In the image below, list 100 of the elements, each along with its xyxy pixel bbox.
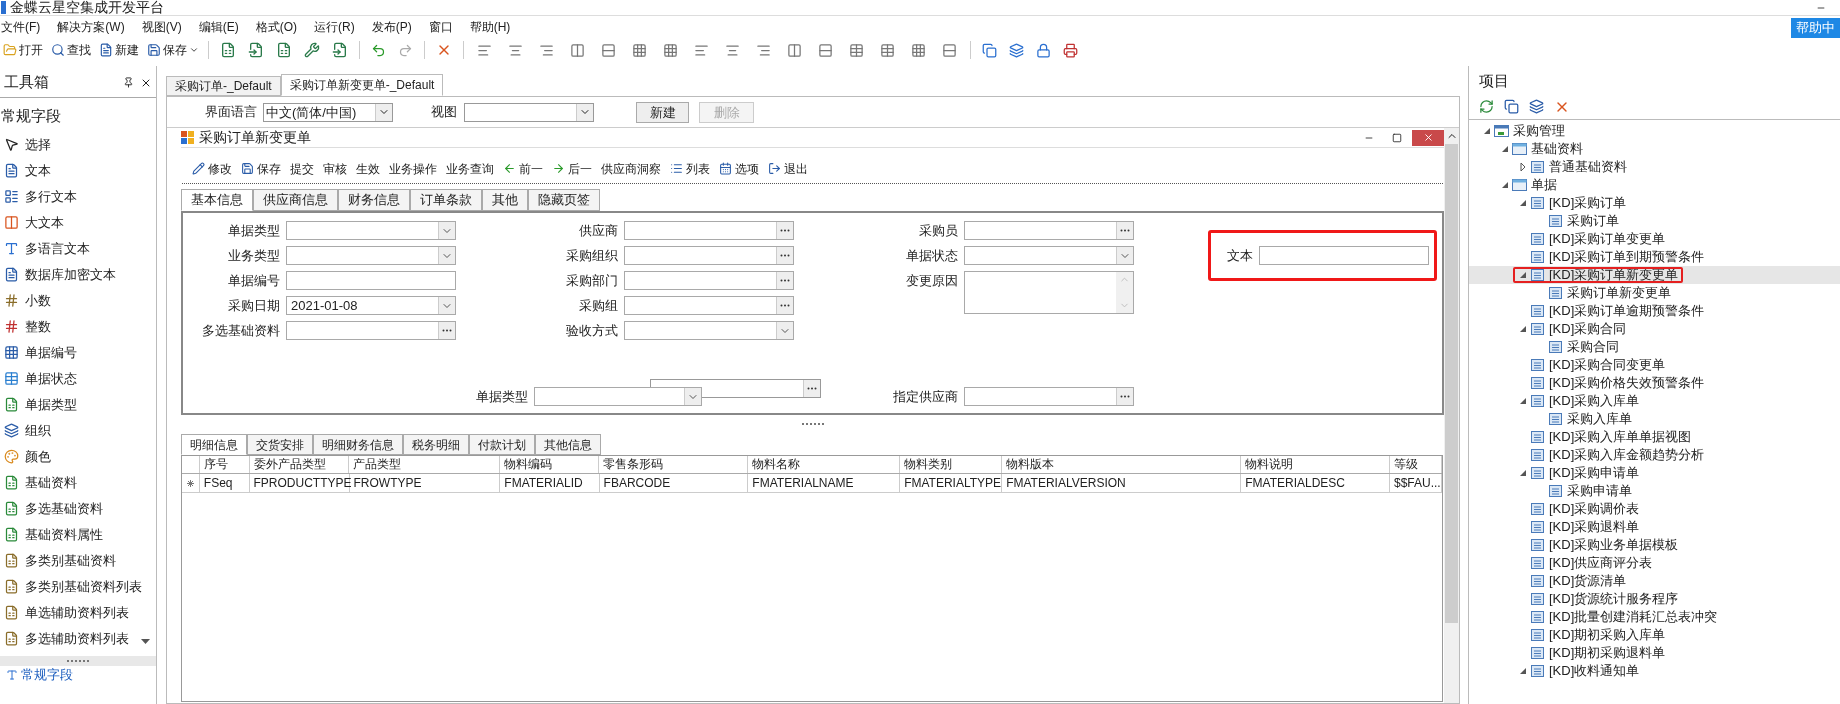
toolbar-icon[interactable] (332, 42, 348, 58)
dropdown-field[interactable]: 中文(简体/中国) (263, 102, 393, 122)
toolbar-icon[interactable] (220, 42, 236, 58)
help-button[interactable]: 帮助中 (1791, 18, 1840, 38)
form-toolbar-button[interactable]: 退出 (764, 159, 812, 178)
dropdown-button[interactable] (438, 247, 455, 264)
toolbox-item[interactable]: 组织 (0, 417, 156, 444)
ellipsis-button[interactable] (1116, 388, 1133, 405)
tree-item[interactable]: [KD]采购入库单单据视图 (1469, 428, 1840, 446)
tree-item[interactable]: 基础资料 (1469, 140, 1840, 158)
tree-item[interactable]: [KD]货源统计服务程序 (1469, 590, 1840, 608)
menu-item[interactable]: 文件(F) (0, 17, 46, 36)
windows-icon[interactable] (1504, 99, 1519, 114)
tree-item[interactable]: [KD]采购订单新变更单 (1469, 266, 1840, 284)
lookup-field[interactable] (624, 271, 794, 290)
dropdown-button[interactable] (684, 388, 701, 405)
column-header[interactable]: 序号 (199, 456, 250, 473)
detail-tab[interactable]: 其他信息 (535, 434, 601, 455)
lock-icon[interactable] (1036, 42, 1051, 58)
toolbox-item[interactable]: 选择 (0, 131, 156, 158)
detail-tab[interactable]: 税务明细 (403, 434, 469, 455)
scroll-down-icon[interactable] (141, 638, 150, 644)
ellipsis-button[interactable] (438, 322, 455, 339)
toolbox-item[interactable]: 多语言文本 (0, 235, 156, 262)
toolbox-item[interactable]: 多行文本 (0, 183, 156, 210)
undo-icon[interactable] (371, 42, 386, 58)
form-tab[interactable]: 订单条款 (410, 189, 482, 211)
toolbox-item[interactable]: 基础资料属性 (0, 521, 156, 548)
form-tab[interactable]: 供应商信息 (253, 189, 338, 211)
collapse-arrow-icon[interactable] (1519, 271, 1527, 279)
menu-item[interactable]: 帮助(H) (464, 17, 516, 36)
tree-item[interactable]: [KD]采购订单逾期预警条件 (1469, 302, 1840, 320)
ellipsis-button[interactable] (1116, 222, 1133, 239)
ellipsis-button[interactable] (776, 222, 793, 239)
tree-item[interactable]: [KD]期初采购入库单 (1469, 626, 1840, 644)
column-header[interactable]: 物料类别 (900, 456, 1002, 473)
tree-item[interactable]: 采购订单新变更单 (1469, 284, 1840, 302)
maximize-icon[interactable] (1392, 132, 1402, 143)
toolbar-button[interactable]: 查找 (49, 41, 93, 59)
tree-item[interactable]: [KD]期初采购退料单 (1469, 644, 1840, 662)
tree-item[interactable]: [KD]采购合同 (1469, 320, 1840, 338)
toolbar-icon[interactable] (248, 42, 264, 58)
tree-item[interactable]: 普通基础资料 (1469, 158, 1840, 176)
dropdown-button[interactable] (776, 322, 793, 339)
toolbox-item[interactable]: 多选辅助资料列表 (0, 625, 156, 652)
toolbox-item[interactable]: 单据类型 (0, 391, 156, 418)
dropdown-field[interactable] (624, 321, 794, 340)
form-toolbar-button[interactable]: 审核 (319, 159, 351, 178)
tree-item[interactable]: [KD]采购业务单据模板 (1469, 536, 1840, 554)
column-header[interactable]: 物料名称 (748, 456, 901, 473)
tree-item[interactable]: [KD]采购订单变更单 (1469, 230, 1840, 248)
printer-icon[interactable] (1063, 42, 1078, 58)
toolbox-item[interactable]: 单选辅助资料列表 (0, 599, 156, 626)
tree-item[interactable]: [KD]采购申请单 (1469, 464, 1840, 482)
detail-tab[interactable]: 付款计划 (469, 434, 535, 455)
tree-item[interactable]: 采购管理 (1469, 122, 1840, 140)
tree-item[interactable]: [KD]批量创建消耗汇总表冲突 (1469, 608, 1840, 626)
lookup-field[interactable] (286, 321, 456, 340)
toolbox-item[interactable]: 基础资料 (0, 469, 156, 496)
column-header[interactable]: 等级 (1390, 456, 1442, 473)
ellipsis-button[interactable] (776, 297, 793, 314)
toolbox-item[interactable]: 单据编号 (0, 339, 156, 366)
toolbox-item[interactable]: 小数 (0, 287, 156, 314)
toolbox-item[interactable]: 整数 (0, 313, 156, 340)
menu-item[interactable]: 运行(R) (309, 17, 360, 36)
collapse-arrow-icon[interactable] (1483, 127, 1491, 135)
column-header[interactable]: 物料编码 (500, 456, 600, 473)
column-header[interactable]: 产品类型 (349, 456, 500, 473)
tree-item[interactable]: 采购入库单 (1469, 410, 1840, 428)
document-tab[interactable]: 采购订单-_Default (166, 76, 281, 96)
form-tab[interactable]: 财务信息 (338, 189, 410, 211)
pin-icon[interactable] (123, 77, 134, 88)
tree-item[interactable]: 采购合同 (1469, 338, 1840, 356)
tree-item[interactable]: [KD]采购退料单 (1469, 518, 1840, 536)
scrollbar[interactable] (1444, 128, 1459, 703)
input-field[interactable] (286, 271, 456, 290)
dropdown-field[interactable] (534, 387, 702, 406)
collapse-arrow-icon[interactable] (1519, 199, 1527, 207)
toolbox-item[interactable]: 多选基础资料 (0, 495, 156, 522)
dropdown-field[interactable] (464, 102, 594, 122)
menu-item[interactable]: 视图(V) (136, 17, 187, 36)
tree-item[interactable]: [KD]采购入库单 (1469, 392, 1840, 410)
tree-item[interactable]: [KD]采购订单 (1469, 194, 1840, 212)
expand-arrow-icon[interactable] (1519, 163, 1527, 171)
toolbox-item[interactable]: 颜色 (0, 443, 156, 470)
toolbox-item[interactable]: 多类别基础资料 (0, 547, 156, 574)
menu-item[interactable]: 编辑(E) (193, 17, 244, 36)
layers-icon[interactable] (1009, 42, 1024, 58)
tree-item[interactable]: [KD]供应商评分表 (1469, 554, 1840, 572)
form-tab[interactable]: 其他 (482, 189, 528, 211)
collapse-arrow-icon[interactable] (1501, 181, 1509, 189)
toolbox-item[interactable]: 数据库加密文本 (0, 261, 156, 288)
column-header[interactable]: 零售条形码 (599, 456, 749, 473)
dropdown-button[interactable] (438, 222, 455, 239)
lookup-field[interactable] (624, 296, 794, 315)
tree-item[interactable]: [KD]采购调价表 (1469, 500, 1840, 518)
dropdown-field[interactable]: 2021-01-08 (286, 296, 456, 315)
menu-item[interactable]: 格式(O) (250, 17, 302, 36)
tree-item[interactable]: [KD]采购合同变更单 (1469, 356, 1840, 374)
input-field[interactable] (1259, 246, 1429, 265)
